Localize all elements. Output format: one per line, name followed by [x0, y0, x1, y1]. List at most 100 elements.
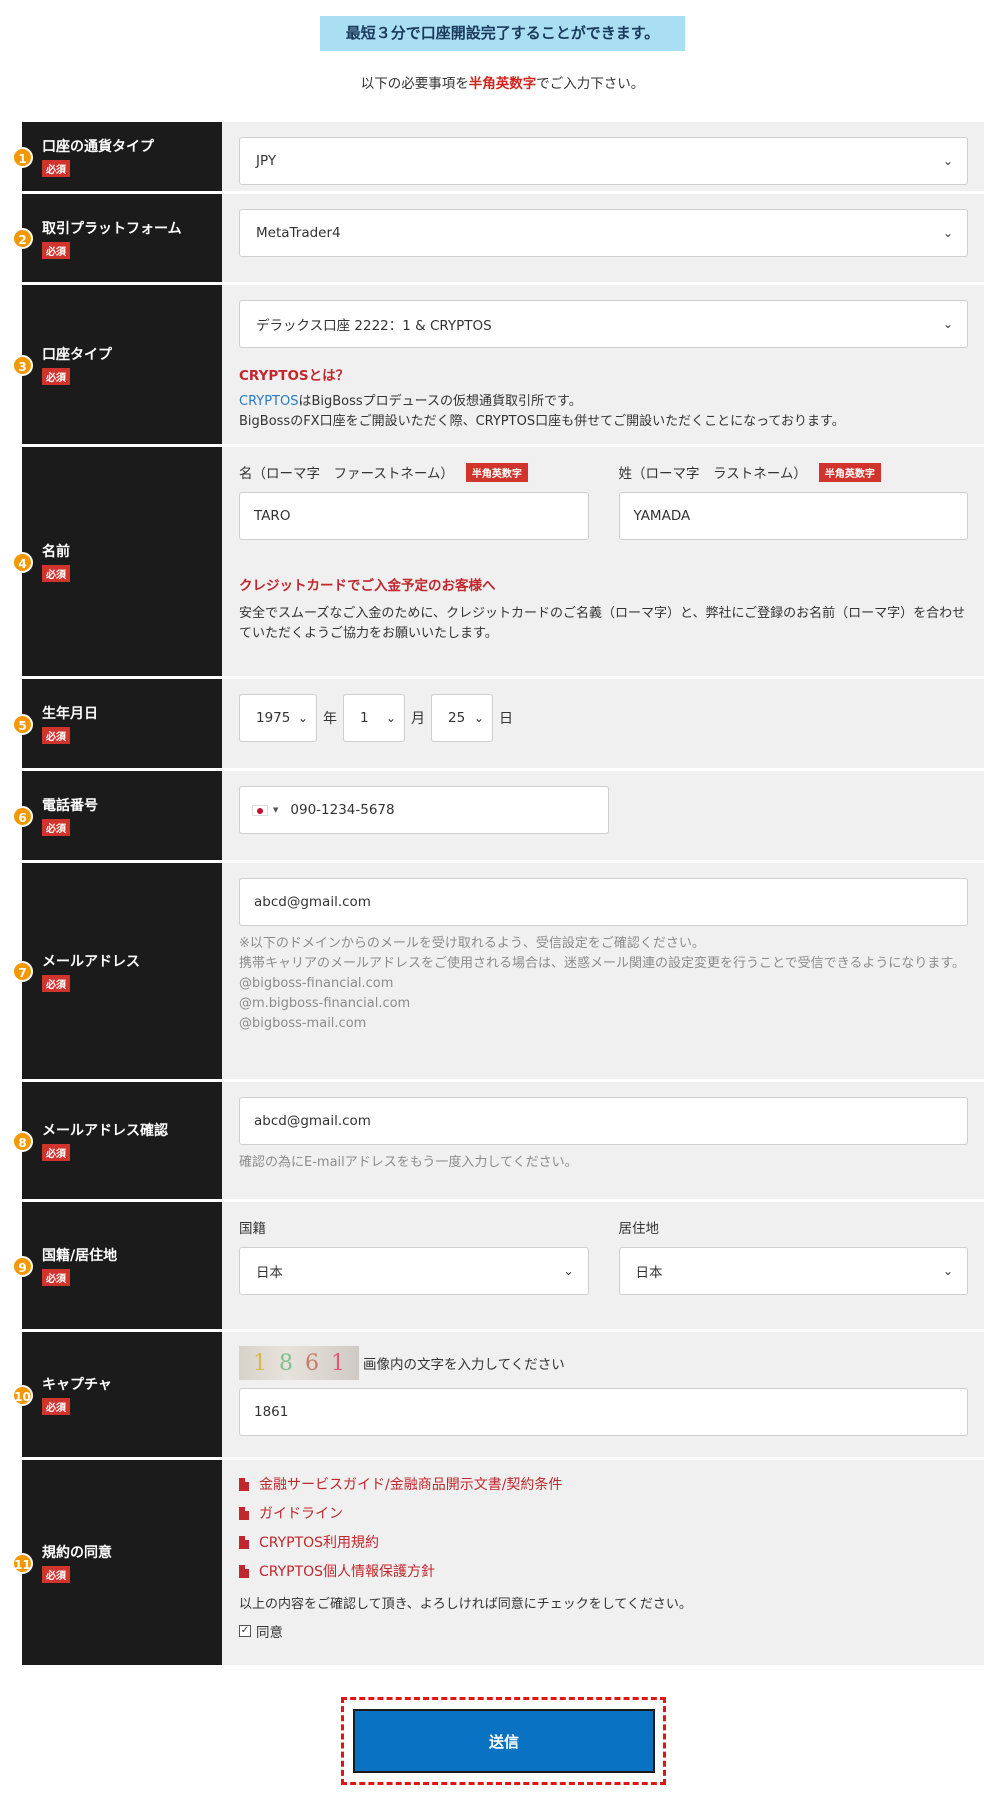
nationality-label: 国籍	[239, 1221, 266, 1237]
file-pdf-icon	[239, 1535, 249, 1549]
first-name-label: 名（ローマ字 ファーストネーム） 半角英数字	[239, 462, 589, 482]
select-value: 1	[360, 710, 369, 726]
field-label: 口座タイプ	[42, 347, 112, 363]
last-name-label-text: 姓（ローマ字 ラストネーム）	[618, 466, 807, 482]
last-name-input[interactable]: YAMADA	[618, 492, 968, 540]
field-label: 口座の通貨タイプ	[42, 139, 154, 155]
half-width-tag: 半角英数字	[465, 462, 528, 482]
step-number: 11	[12, 1552, 33, 1574]
checkbox-checked-icon[interactable]: ✓	[239, 1625, 251, 1637]
row-label: 2 取引プラットフォーム 必須	[12, 194, 222, 282]
captcha-instruction: 画像内の文字を入力してください	[363, 1357, 565, 1373]
captcha-glyph: 8	[279, 1350, 293, 1376]
doc-link-service-guide[interactable]: 金融サービスガイド/金融商品開示文書/契約条件	[239, 1474, 968, 1494]
form-instruction: 以下の必要事項を半角英数字でご入力下さい。	[0, 72, 1005, 92]
birth-month-select[interactable]: 1 ⌄	[343, 694, 405, 742]
japan-flag-icon[interactable]	[252, 804, 268, 816]
cryptos-link[interactable]: CRYPTOS	[239, 394, 298, 409]
row-name: 4 名前 必須 名（ローマ字 ファーストネーム） 半角英数字 TARO 姓（ローマ字…	[12, 447, 984, 679]
required-badge: 必須	[42, 241, 70, 259]
row-email: 7 メールアドレス 必須 abcd@gmail.com ※以下のドメインからのメー…	[12, 863, 984, 1082]
email-domain-1: @bigboss-financial.com	[239, 976, 394, 991]
first-name-input[interactable]: TARO	[239, 492, 589, 540]
first-name-label-text: 名（ローマ字 ファーストネーム）	[239, 466, 454, 482]
field-label: 生年月日	[42, 706, 98, 722]
step-number: 10	[12, 1384, 33, 1406]
credit-card-note: 安全でスムーズなご入金のために、クレジットカードのご名義（ローマ字）と、弊社にご…	[239, 606, 966, 641]
platform-select[interactable]: MetaTrader4 ⌄	[239, 209, 968, 257]
field-label: 国籍/居住地	[42, 1248, 118, 1264]
required-badge: 必須	[42, 974, 70, 992]
select-value: 1975	[256, 710, 291, 726]
step-number: 8	[12, 1130, 33, 1152]
chevron-down-icon: ⌄	[942, 317, 953, 331]
row-label: 8 メールアドレス確認 必須	[12, 1082, 222, 1199]
step-number: 3	[12, 354, 33, 376]
select-value: MetaTrader4	[256, 225, 341, 241]
step-number: 1	[12, 146, 33, 168]
email-domain-3: @bigboss-mail.com	[239, 1016, 367, 1031]
row-platform: 2 取引プラットフォーム 必須 MetaTrader4 ⌄	[12, 194, 984, 285]
select-value: 25	[448, 710, 466, 726]
required-badge: 必須	[42, 819, 70, 836]
nationality-select[interactable]: 日本 ⌄	[239, 1247, 589, 1295]
month-unit: 月	[411, 711, 425, 727]
row-label: 11 規約の同意必須	[12, 1460, 222, 1665]
required-badge: 必須	[42, 1269, 70, 1286]
row-label: 1 口座の通貨タイプ 必須	[12, 122, 222, 191]
birth-day-select[interactable]: 25 ⌄	[431, 694, 493, 742]
select-value: JPY	[256, 153, 277, 169]
row-currency-type: 1 口座の通貨タイプ 必須 JPY ⌄	[12, 122, 984, 194]
phone-input[interactable]: ▼ 090-1234-5678	[239, 786, 609, 834]
cryptos-note-line2: BigBossのFX口座をご開設いただく際、CRYPTOS口座も併せてご開設いた…	[239, 414, 845, 429]
doc-link-guideline[interactable]: ガイドライン	[239, 1503, 968, 1523]
chevron-down-icon: ⌄	[942, 1264, 953, 1278]
row-phone: 6 電話番号 必須 ▼ 090-1234-5678	[12, 771, 984, 863]
doc-link-text: CRYPTOS利用規約	[259, 1535, 380, 1551]
doc-link-text: CRYPTOS個人情報保護方針	[259, 1564, 436, 1580]
field-label: 規約の同意	[42, 1545, 112, 1561]
doc-link-text: ガイドライン	[259, 1506, 343, 1522]
required-badge: 必須	[42, 368, 70, 385]
captcha-glyph: 1	[253, 1350, 267, 1376]
email-input[interactable]: abcd@gmail.com	[239, 878, 968, 926]
submit-highlight: 送信	[341, 1697, 666, 1785]
row-captcha: 10 キャプチャ必須 1861 画像内の文字を入力してください 1861	[12, 1332, 984, 1460]
instruction-after: でご入力下さい。	[536, 76, 645, 92]
chevron-down-icon: ⌄	[942, 226, 953, 240]
captcha-glyph: 6	[305, 1350, 319, 1376]
email-confirm-input[interactable]: abcd@gmail.com	[239, 1097, 968, 1145]
step-number: 7	[12, 961, 33, 982]
currency-type-select[interactable]: JPY ⌄	[239, 137, 968, 185]
account-type-select[interactable]: デラックス口座 2222：1 & CRYPTOS ⌄	[239, 300, 968, 348]
half-width-tag: 半角英数字	[818, 462, 881, 482]
required-badge: 必須	[42, 160, 70, 177]
row-label: 9 国籍/居住地 必須	[12, 1202, 222, 1329]
doc-link-cryptos-privacy[interactable]: CRYPTOS個人情報保護方針	[239, 1561, 968, 1581]
doc-link-cryptos-terms[interactable]: CRYPTOS利用規約	[239, 1532, 968, 1552]
submit-button[interactable]: 送信	[353, 1709, 655, 1773]
field-label: メールアドレス	[42, 953, 140, 970]
required-badge: 必須	[42, 1566, 70, 1583]
chevron-down-icon: ⌄	[563, 1264, 574, 1278]
year-unit: 年	[323, 711, 337, 727]
required-badge: 必須	[42, 1398, 70, 1415]
promo-banner: 最短３分で口座開設完了することができます。	[320, 16, 685, 51]
step-number: 6	[12, 805, 33, 827]
file-pdf-icon	[239, 1477, 249, 1491]
captcha-input[interactable]: 1861	[239, 1388, 968, 1436]
required-badge: 必須	[42, 727, 70, 744]
birth-year-select[interactable]: 1975 ⌄	[239, 694, 317, 742]
agree-checkbox-row[interactable]: ✓ 同意	[239, 1621, 968, 1641]
email-note-1: ※以下のドメインからのメールを受け取れるよう、受信設定をご確認ください。	[239, 936, 705, 951]
cryptos-title: CRYPTOSとは？	[239, 368, 350, 384]
field-label: キャプチャ	[42, 1377, 112, 1393]
step-number: 5	[12, 713, 33, 735]
caret-down-icon[interactable]: ▼	[273, 806, 278, 814]
chevron-down-icon: ⌄	[297, 711, 308, 725]
captcha-image: 1861	[239, 1346, 359, 1380]
chevron-down-icon: ⌄	[942, 154, 953, 168]
chevron-down-icon: ⌄	[385, 711, 396, 725]
residence-select[interactable]: 日本 ⌄	[618, 1247, 968, 1295]
last-name-label: 姓（ローマ字 ラストネーム） 半角英数字	[619, 462, 969, 482]
